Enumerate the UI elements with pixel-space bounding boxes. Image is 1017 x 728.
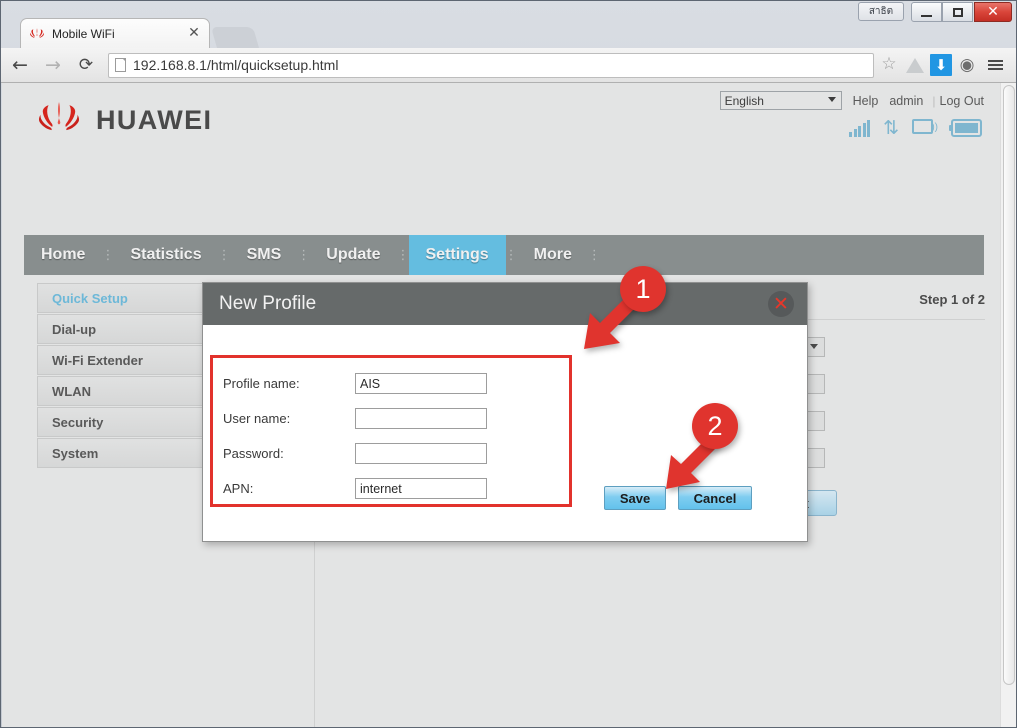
reel-icon[interactable]: ◉ — [954, 52, 980, 78]
url-text: 192.168.8.1/html/quicksetup.html — [133, 57, 339, 73]
sidebar-item-label: WLAN — [52, 383, 91, 399]
browser-tabstrip: Mobile WiFi ✕ — [1, 18, 1016, 48]
nav-divider-icon: ⋮ — [504, 247, 518, 263]
site-header: HUAWEI English Help admin | Log Out ⇅)) — [24, 83, 984, 155]
profile-name-label: Profile name: — [223, 376, 300, 391]
field-row-user-name: User name: — [213, 408, 569, 429]
header-utilities: English Help admin | Log Out — [719, 91, 984, 110]
language-value: English — [724, 93, 764, 108]
nav-divider-icon: ⋮ — [101, 247, 115, 263]
nav-item-settings[interactable]: Settings — [408, 235, 506, 275]
dialog-titlebar: New Profile ✕ — [203, 283, 807, 325]
nav-item-update[interactable]: Update — [309, 235, 397, 275]
connected-devices-icon: )) — [912, 119, 938, 137]
sidebar-item-label: Dial-up — [52, 321, 97, 337]
divider: | — [932, 93, 936, 108]
download-icon[interactable]: ⬇ — [930, 54, 952, 76]
brand-name: HUAWEI — [96, 104, 213, 135]
sidebar-item-label: Security — [52, 414, 104, 430]
nav-item-home[interactable]: Home — [24, 235, 102, 275]
new-profile-fields: Profile name: AIS User name: Password: A… — [210, 355, 572, 507]
nav-divider-icon: ⋮ — [297, 247, 311, 263]
nav-divider-icon: ⋮ — [217, 247, 231, 263]
chevron-down-icon — [810, 344, 818, 349]
menu-icon[interactable] — [982, 52, 1008, 78]
password-input[interactable] — [355, 443, 487, 464]
nav-item-more[interactable]: More — [517, 235, 589, 275]
battery-icon — [949, 119, 982, 137]
minimize-icon — [921, 14, 932, 17]
signal-icon — [849, 120, 871, 137]
user-name-input[interactable] — [355, 408, 487, 429]
huawei-logo-icon — [36, 100, 82, 140]
drive-icon[interactable] — [902, 52, 928, 78]
browser-window: สาธิต ✕ Mobile WiFi ✕ ← → ⟳ 192.168.8.1/… — [0, 0, 1017, 728]
sidebar-item-label: System — [52, 445, 99, 461]
dialog-title: New Profile — [219, 293, 317, 314]
bookmark-star-icon[interactable]: ☆ — [880, 56, 898, 74]
huawei-favicon-icon — [29, 26, 45, 42]
new-tab-button[interactable] — [210, 27, 260, 48]
profile-name-input[interactable]: AIS — [355, 373, 487, 394]
address-bar[interactable]: 192.168.8.1/html/quicksetup.html — [108, 52, 874, 78]
password-label: Password: — [223, 446, 284, 461]
scrollbar-thumb[interactable] — [1003, 85, 1015, 685]
nav-divider-icon: ⋮ — [396, 247, 410, 263]
page-scrollbar[interactable] — [1000, 83, 1016, 727]
reload-icon[interactable]: ⟳ — [72, 51, 100, 79]
forward-icon[interactable]: → — [39, 51, 67, 79]
back-icon[interactable]: ← — [6, 51, 34, 79]
apn-input[interactable]: internet — [355, 478, 487, 499]
status-icon-bar: ⇅ )) — [849, 117, 982, 139]
account-label: admin — [889, 93, 924, 108]
field-row-password: Password: — [213, 443, 569, 464]
nav-divider-icon: ⋮ — [587, 247, 601, 263]
field-row-apn: APN: internet — [213, 478, 569, 499]
dialog-close-icon[interactable]: ✕ — [768, 291, 794, 317]
main-nav: Home ⋮ Statistics ⋮ SMS ⋮ Update ⋮ Setti… — [24, 235, 984, 275]
tab-close-icon[interactable]: ✕ — [187, 26, 201, 41]
data-transfer-icon: ⇅ — [883, 117, 899, 139]
step-indicator: Step 1 of 2 — [919, 292, 985, 307]
nav-item-statistics[interactable]: Statistics — [113, 235, 218, 275]
sidebar-item-label: Quick Setup — [52, 290, 128, 306]
chevron-down-icon — [827, 97, 836, 102]
language-select[interactable]: English — [719, 91, 842, 110]
browser-tab[interactable]: Mobile WiFi ✕ — [20, 18, 210, 48]
save-button[interactable]: Save — [604, 486, 666, 510]
huawei-logo: HUAWEI — [36, 100, 212, 140]
field-row-profile-name: Profile name: AIS — [213, 373, 569, 394]
tab-title: Mobile WiFi — [52, 26, 115, 41]
page-info-icon[interactable] — [115, 58, 126, 72]
apn-label: APN: — [223, 481, 254, 496]
user-name-label: User name: — [223, 411, 291, 426]
help-link[interactable]: Help — [853, 94, 879, 108]
nav-item-sms[interactable]: SMS — [230, 235, 299, 275]
annotation-badge-2: 2 — [692, 403, 738, 449]
maximize-icon — [952, 7, 963, 17]
sidebar-item-label: Wi-Fi Extender — [52, 352, 143, 368]
browser-toolbar: ← → ⟳ 192.168.8.1/html/quicksetup.html ☆… — [1, 48, 1016, 83]
logout-link[interactable]: Log Out — [940, 94, 984, 108]
annotation-badge-1: 1 — [620, 266, 666, 312]
